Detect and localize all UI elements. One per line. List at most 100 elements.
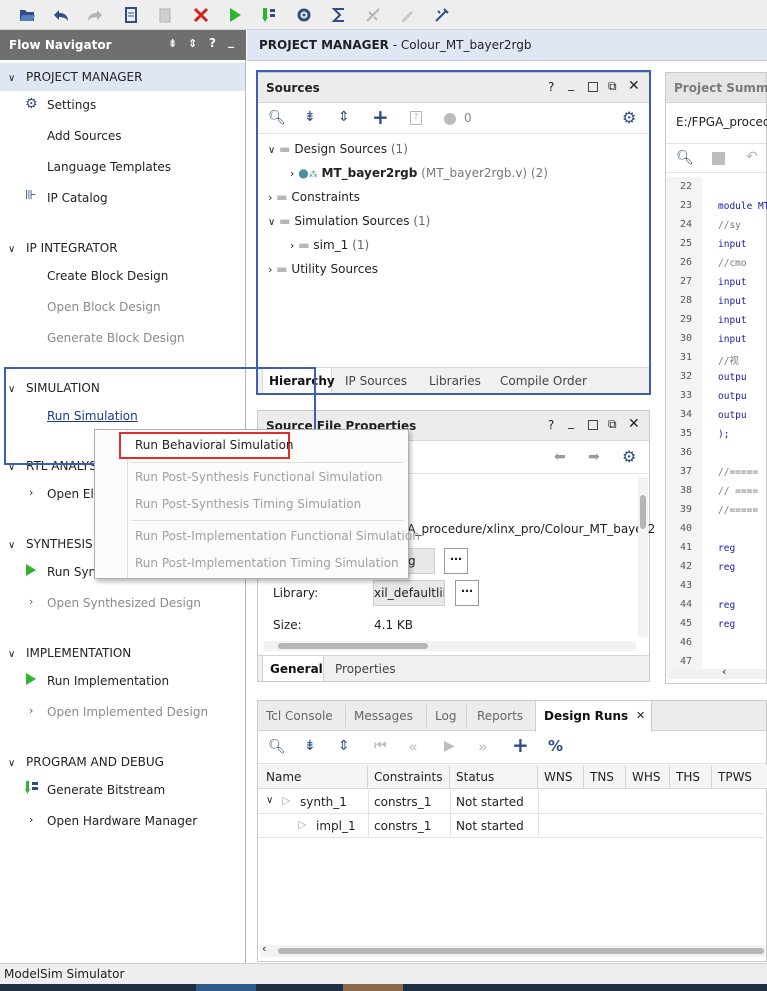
- nav-item-generate-bitstream[interactable]: Generate Bitstream: [25, 781, 165, 797]
- menu-item-post-synth-timing[interactable]: Run Post-Synthesis Timing Simulation: [135, 497, 361, 511]
- section-simulation[interactable]: ∨ SIMULATION: [8, 381, 100, 395]
- tab-libraries[interactable]: Libraries: [429, 374, 481, 388]
- nav-item-settings[interactable]: ⚙ Settings: [25, 96, 96, 112]
- settings-icon[interactable]: [293, 4, 315, 26]
- percent-icon[interactable]: %: [548, 737, 563, 755]
- menu-item-post-impl-timing[interactable]: Run Post-Implementation Timing Simulatio…: [135, 556, 399, 570]
- nav-item-generate-block-design[interactable]: Generate Block Design: [47, 331, 185, 345]
- nav-item-create-block-design[interactable]: Create Block Design: [47, 269, 168, 283]
- previous-icon[interactable]: «: [408, 737, 418, 756]
- tree-utility-sources[interactable]: › ▬ Utility Sources: [268, 262, 378, 276]
- chevron-left-icon[interactable]: ‹: [722, 665, 726, 678]
- expand-all-icon[interactable]: ⇕: [338, 738, 350, 754]
- nav-item-ip-catalog[interactable]: ⊪ IP Catalog: [25, 188, 108, 205]
- col-wns[interactable]: WNS: [538, 765, 584, 789]
- maximize-icon[interactable]: [588, 82, 598, 92]
- paste-icon[interactable]: [154, 4, 176, 26]
- tab-properties[interactable]: Properties: [335, 662, 396, 676]
- help-icon[interactable]: ?: [548, 80, 554, 94]
- tab-ip-sources[interactable]: IP Sources: [345, 374, 407, 388]
- scrollbar-thumb[interactable]: [640, 495, 646, 529]
- scrollbar-thumb[interactable]: [278, 948, 764, 954]
- close-icon[interactable]: ✕: [636, 709, 645, 722]
- copy-icon[interactable]: [120, 4, 142, 26]
- tree-constraints[interactable]: › ▬ Constraints: [268, 190, 360, 204]
- col-whs[interactable]: WHS: [626, 765, 670, 789]
- tools-icon[interactable]: [431, 4, 453, 26]
- pen-icon[interactable]: [396, 4, 418, 26]
- save-icon[interactable]: [712, 152, 725, 165]
- code-editor[interactable]: 22 23 module MT 24 //sy 25 input 26 //cmo 27 i…: [666, 177, 767, 667]
- tree-design-sources[interactable]: ∨ ▬ Design Sources (1): [268, 142, 408, 156]
- tree-simulation-sources[interactable]: ∨ ▬ Simulation Sources (1): [268, 214, 430, 228]
- undo-icon[interactable]: ↶: [746, 149, 758, 165]
- search-icon[interactable]: 🔍︎: [268, 110, 286, 126]
- table-row[interactable]: ▷ impl_1 constrs_1 Not started: [258, 814, 767, 838]
- vertical-scrollbar[interactable]: [638, 477, 648, 637]
- col-name[interactable]: Name: [260, 765, 368, 789]
- collapse-all-icon[interactable]: ⇟: [304, 738, 316, 754]
- nav-item-language-templates[interactable]: Language Templates: [47, 160, 171, 174]
- tab-log[interactable]: Log: [435, 709, 456, 723]
- nav-item-open-implemented[interactable]: › Open Implemented Design: [29, 704, 208, 719]
- col-constraints[interactable]: Constraints: [368, 765, 450, 789]
- sum-icon[interactable]: [328, 4, 350, 26]
- collapse-all-icon[interactable]: ⇟: [168, 37, 177, 50]
- library-field[interactable]: xil_defaultlib: [373, 580, 445, 606]
- nav-item-add-sources[interactable]: Add Sources: [47, 129, 122, 143]
- search-icon[interactable]: 🔍︎: [676, 150, 694, 166]
- section-program-debug[interactable]: ∨ PROGRAM AND DEBUG: [8, 755, 164, 769]
- section-ip-integrator[interactable]: ∨ IP INTEGRATOR: [8, 241, 118, 255]
- chevron-left-icon[interactable]: ‹: [262, 942, 266, 955]
- section-project-manager[interactable]: ∨ PROJECT MANAGER: [8, 70, 142, 84]
- section-implementation[interactable]: ∨ IMPLEMENTATION: [8, 646, 131, 660]
- add-icon[interactable]: +: [512, 733, 529, 757]
- nav-item-run-simulation[interactable]: Run Simulation: [47, 409, 138, 423]
- minimize-icon[interactable]: _: [568, 415, 574, 429]
- nav-item-run-implementation[interactable]: Run Implementation: [26, 673, 169, 688]
- tab-compile-order[interactable]: Compile Order: [500, 374, 587, 388]
- col-status[interactable]: Status: [450, 765, 538, 789]
- run-icon[interactable]: [224, 4, 246, 26]
- tab-general[interactable]: General: [270, 662, 323, 676]
- close-icon[interactable]: ✕: [628, 78, 640, 94]
- minimize-icon[interactable]: _: [228, 34, 234, 48]
- close-icon[interactable]: ✕: [628, 416, 640, 432]
- section-rtl-analysis[interactable]: ∨ RTL ANALYS: [8, 459, 97, 473]
- tab-reports[interactable]: Reports: [477, 709, 523, 723]
- gear-icon[interactable]: ⚙: [622, 447, 636, 466]
- unknown-file-icon[interactable]: ?: [410, 111, 422, 125]
- download-icon[interactable]: [258, 4, 280, 26]
- tree-sim-1[interactable]: › ▬ sim_1 (1): [290, 238, 369, 252]
- back-arrow-icon[interactable]: ⬅: [554, 449, 566, 465]
- redo-icon[interactable]: [84, 4, 106, 26]
- menu-item-post-impl-functional[interactable]: Run Post-Implementation Functional Simul…: [135, 529, 420, 543]
- expand-all-icon[interactable]: ⇕: [338, 109, 350, 125]
- tree-top-module[interactable]: › ●⁂ MT_bayer2rgb (MT_bayer2rgb.v) (2): [290, 166, 548, 180]
- library-browse-button[interactable]: ⋯: [455, 580, 479, 606]
- tab-hierarchy[interactable]: Hierarchy: [269, 374, 335, 388]
- auto-connect-icon[interactable]: [362, 4, 384, 26]
- horizontal-scrollbar[interactable]: ‹: [260, 942, 766, 957]
- nav-item-run-synthesis[interactable]: Run Synt: [26, 564, 101, 579]
- col-ths[interactable]: THS: [670, 765, 712, 789]
- nav-item-open-block-design[interactable]: Open Block Design: [47, 300, 161, 314]
- float-icon[interactable]: ⧉: [608, 417, 617, 432]
- tab-design-runs[interactable]: Design Runs: [544, 709, 628, 723]
- help-icon[interactable]: ?: [548, 418, 554, 432]
- col-tpws[interactable]: TPWS: [712, 765, 767, 789]
- maximize-icon[interactable]: [588, 420, 598, 430]
- col-tns[interactable]: TNS: [584, 765, 626, 789]
- type-browse-button[interactable]: ⋯: [444, 548, 468, 574]
- help-icon[interactable]: ?: [209, 36, 216, 50]
- horizontal-scrollbar[interactable]: ‹: [668, 665, 766, 679]
- table-row[interactable]: ∨ ▷ synth_1 constrs_1 Not started: [258, 790, 767, 814]
- add-icon[interactable]: +: [372, 105, 389, 129]
- horizontal-scrollbar[interactable]: [264, 641, 636, 651]
- scrollbar-thumb[interactable]: [278, 643, 428, 649]
- collapse-all-icon[interactable]: ⇟: [304, 109, 316, 125]
- nav-item-open-synthesized[interactable]: › Open Synthesized Design: [29, 595, 201, 610]
- next-icon[interactable]: »: [478, 737, 488, 756]
- float-icon[interactable]: ⧉: [608, 79, 617, 94]
- menu-item-post-synth-functional[interactable]: Run Post-Synthesis Functional Simulation: [135, 470, 382, 484]
